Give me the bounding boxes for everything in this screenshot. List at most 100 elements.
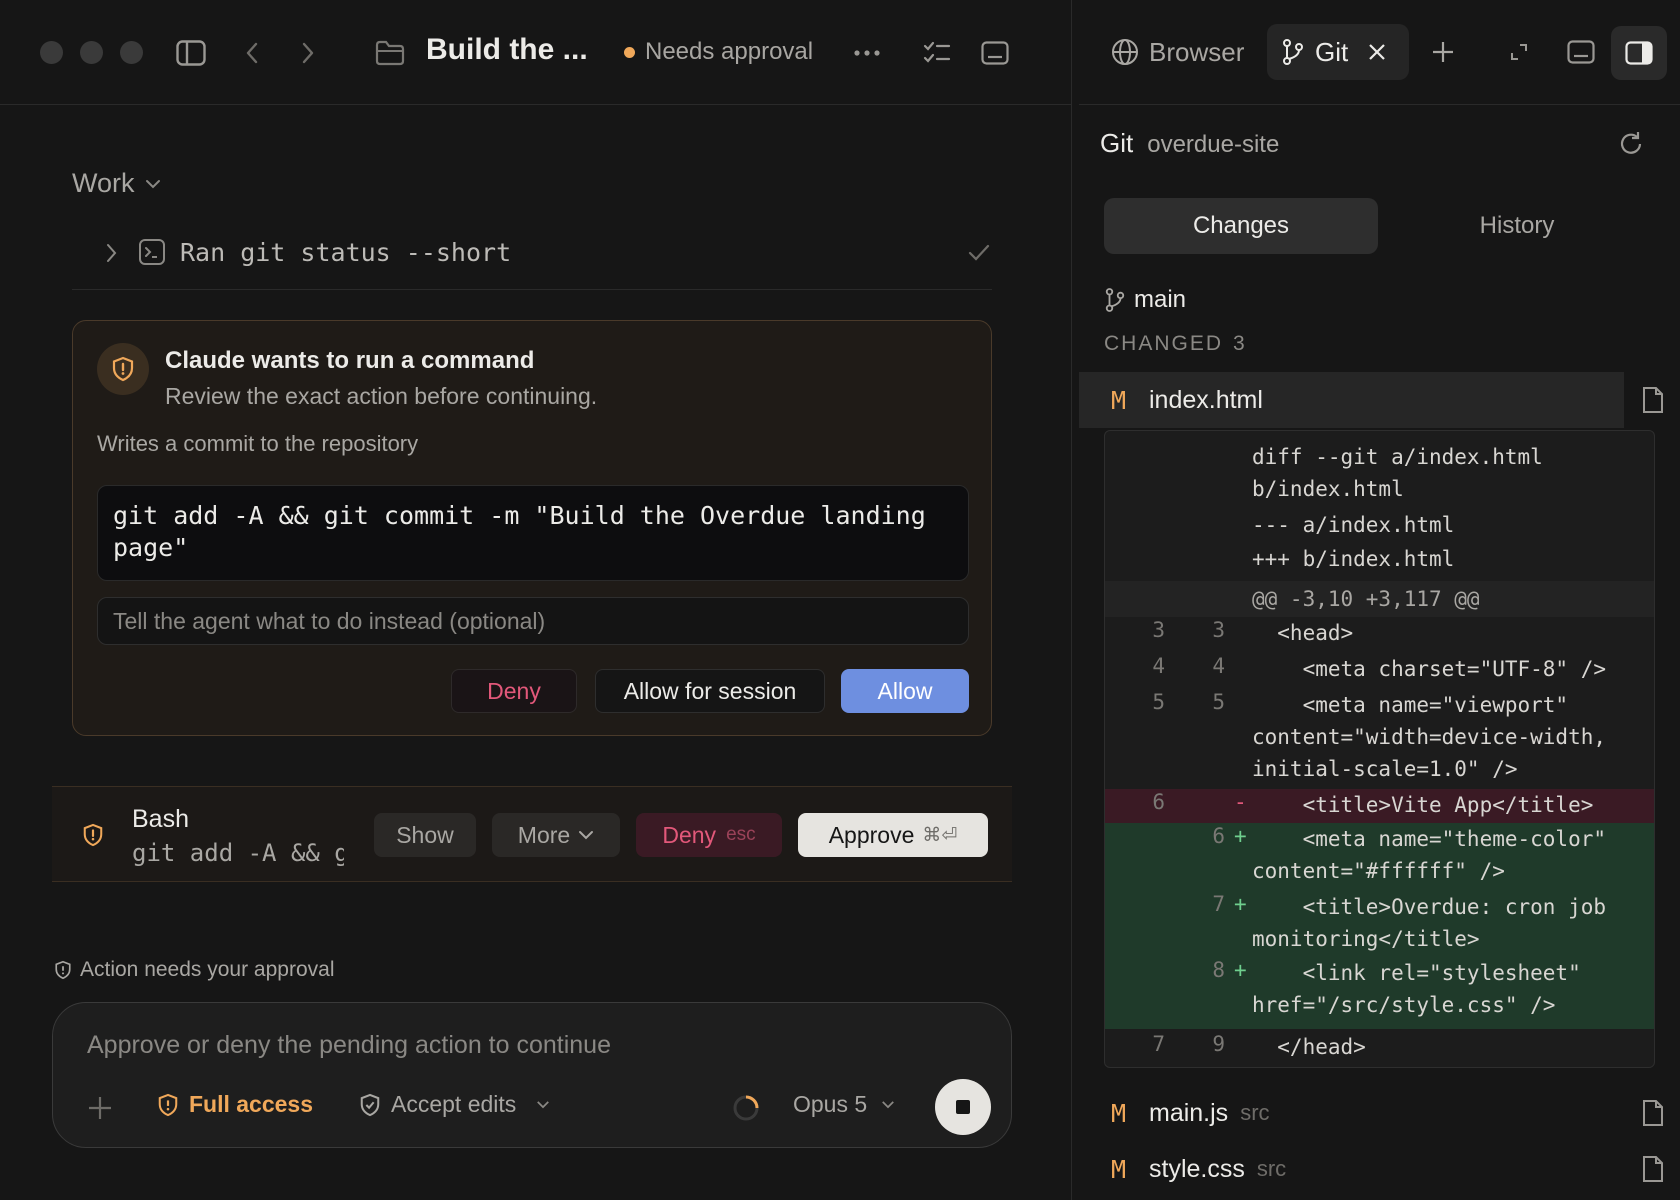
- back-arrow-icon[interactable]: [240, 38, 264, 68]
- expand-icon[interactable]: [1509, 42, 1529, 62]
- forward-arrow-icon[interactable]: [296, 38, 320, 68]
- page-title[interactable]: Build the ...: [426, 33, 588, 67]
- tab-history[interactable]: History: [1380, 198, 1654, 254]
- pending-tool-bar: Bash git add -A && git commit Show More …: [52, 786, 1012, 882]
- file-row-main-js[interactable]: M main.js src: [1079, 1085, 1624, 1141]
- refresh-icon[interactable]: [1617, 130, 1645, 158]
- composer-input[interactable]: Approve or deny the pending action to co…: [87, 1031, 611, 1060]
- plus-icon[interactable]: [1431, 40, 1455, 64]
- right-tab-bar: Browser Git: [1079, 0, 1680, 105]
- diff-header-line: diff --git a/index.html b/index.html: [1105, 441, 1654, 507]
- approval-subtitle: Review the exact action before continuin…: [165, 383, 598, 409]
- diff-header-2: b/index.html: [1252, 477, 1404, 501]
- tool-call-label: Ran git status --short: [180, 238, 512, 267]
- checklist-icon[interactable]: [922, 38, 952, 68]
- file-row-index[interactable]: M index.html: [1079, 372, 1624, 428]
- chat-pane: Build the ... Needs approval Work Ran gi…: [0, 0, 1072, 1200]
- file-dir: src: [1240, 1100, 1270, 1125]
- plus-icon[interactable]: [87, 1095, 113, 1121]
- diff-line: 7 9 </head>: [1105, 1031, 1654, 1065]
- approval-title: Claude wants to run a command: [165, 347, 535, 374]
- file-name: index.html: [1149, 385, 1263, 414]
- sidebar-toggle-icon[interactable]: [174, 36, 208, 70]
- file-name: style.css: [1149, 1154, 1245, 1183]
- deny-label: Deny: [662, 821, 717, 848]
- line-text: <title>Vite App</title>: [1252, 793, 1594, 817]
- right-sidebar-toggle[interactable]: [1611, 26, 1667, 80]
- check-icon: [968, 244, 990, 261]
- close-icon[interactable]: [1368, 43, 1386, 61]
- repo-name: overdue-site: [1147, 131, 1280, 158]
- line-text: <meta name="viewport" content="width=dev…: [1252, 693, 1607, 781]
- new-line-no: 8: [1212, 958, 1225, 982]
- alert-shield-icon: [83, 823, 103, 847]
- allow-button[interactable]: Allow: [841, 669, 969, 713]
- line-sign: -: [1234, 790, 1247, 814]
- tool-call-row[interactable]: Ran git status --short: [72, 228, 992, 290]
- approve-button[interactable]: Approve ⌘⏎: [798, 813, 988, 857]
- hunk-text: @@ -3,10 +3,117 @@: [1252, 587, 1480, 611]
- full-access-button[interactable]: Full access: [157, 1091, 313, 1118]
- approval-card: Claude wants to run a command Review the…: [72, 320, 992, 736]
- tab-browser[interactable]: Browser: [1107, 24, 1248, 80]
- chevron-down-icon: [145, 179, 160, 188]
- globe-icon: [1112, 39, 1138, 65]
- title-bar: Build the ... Needs approval: [0, 0, 1072, 105]
- diff-hunk-header: @@ -3,10 +3,117 @@: [1105, 581, 1654, 617]
- file-icon[interactable]: [1641, 1099, 1665, 1127]
- alert-shield-icon: [97, 343, 149, 395]
- stop-icon: [956, 1100, 970, 1114]
- tab-browser-label: Browser: [1149, 36, 1245, 67]
- work-section-toggle[interactable]: Work: [72, 168, 161, 199]
- status-dot-icon: [624, 46, 635, 58]
- stop-button[interactable]: [935, 1079, 991, 1135]
- deny-esc-button[interactable]: Deny esc: [636, 813, 782, 857]
- right-sidebar-icon: [1625, 41, 1653, 65]
- deny-button[interactable]: Deny: [451, 669, 577, 713]
- old-line-no: 7: [1152, 1032, 1165, 1056]
- approve-label: Approve: [828, 821, 915, 848]
- more-options-icon[interactable]: [852, 40, 882, 66]
- more-button[interactable]: More: [492, 813, 620, 857]
- tab-git-label: Git: [1315, 36, 1349, 67]
- bottom-panel-icon[interactable]: [1567, 40, 1595, 64]
- git-branch-icon: [1105, 288, 1125, 312]
- instead-input[interactable]: Tell the agent what to do instead (optio…: [97, 597, 969, 645]
- chevron-down-icon: [882, 1101, 895, 1109]
- approval-notice-text: Action needs your approval: [80, 958, 335, 981]
- accept-edits-dropdown[interactable]: Accept edits: [359, 1091, 550, 1118]
- window-close-dot[interactable]: [40, 41, 63, 64]
- line-sign: +: [1234, 892, 1247, 916]
- allow-session-button[interactable]: Allow for session: [595, 669, 825, 713]
- tab-git[interactable]: Git: [1267, 24, 1409, 80]
- new-line-no: 4: [1212, 654, 1225, 678]
- old-line-no: 4: [1152, 654, 1165, 678]
- diff-old-path: --- a/index.html: [1105, 509, 1654, 541]
- composer: Approve or deny the pending action to co…: [52, 1002, 1012, 1148]
- diff-viewer: diff --git a/index.html b/index.html ---…: [1104, 430, 1655, 1068]
- diff-line: 5 5 <meta name="viewport" content="width…: [1105, 689, 1654, 787]
- file-status: M: [1111, 1098, 1127, 1128]
- tab-changes[interactable]: Changes: [1104, 198, 1378, 254]
- line-text: </head>: [1252, 1035, 1366, 1059]
- model-selector[interactable]: Opus 5: [793, 1091, 895, 1118]
- show-button[interactable]: Show: [374, 813, 476, 857]
- tool-command: git add -A && git commit: [132, 839, 344, 867]
- line-text: <head>: [1252, 621, 1354, 645]
- file-icon[interactable]: [1641, 386, 1665, 414]
- command-line-1: git add -A && git commit -m "Build the O…: [113, 501, 926, 530]
- changed-label: CHANGED: [1104, 332, 1224, 355]
- branch-indicator[interactable]: main: [1104, 286, 1186, 314]
- approval-notice: Action needs your approval: [54, 958, 335, 982]
- model-label: Opus 5: [793, 1091, 868, 1117]
- window-zoom-dot[interactable]: [120, 41, 143, 64]
- git-title: Git: [1100, 128, 1134, 158]
- diff-new-path: +++ b/index.html: [1105, 543, 1654, 575]
- diff-header-1: diff --git a/index.html: [1252, 445, 1543, 469]
- file-icon[interactable]: [1641, 1155, 1665, 1183]
- file-row-style-css[interactable]: M style.css src: [1079, 1141, 1624, 1197]
- line-text: <title>Overdue: cron job monitoring</tit…: [1252, 895, 1607, 951]
- approval-description: Writes a commit to the repository: [97, 431, 419, 456]
- terminal-panel-icon[interactable]: [980, 38, 1010, 68]
- window-minimize-dot[interactable]: [80, 41, 103, 64]
